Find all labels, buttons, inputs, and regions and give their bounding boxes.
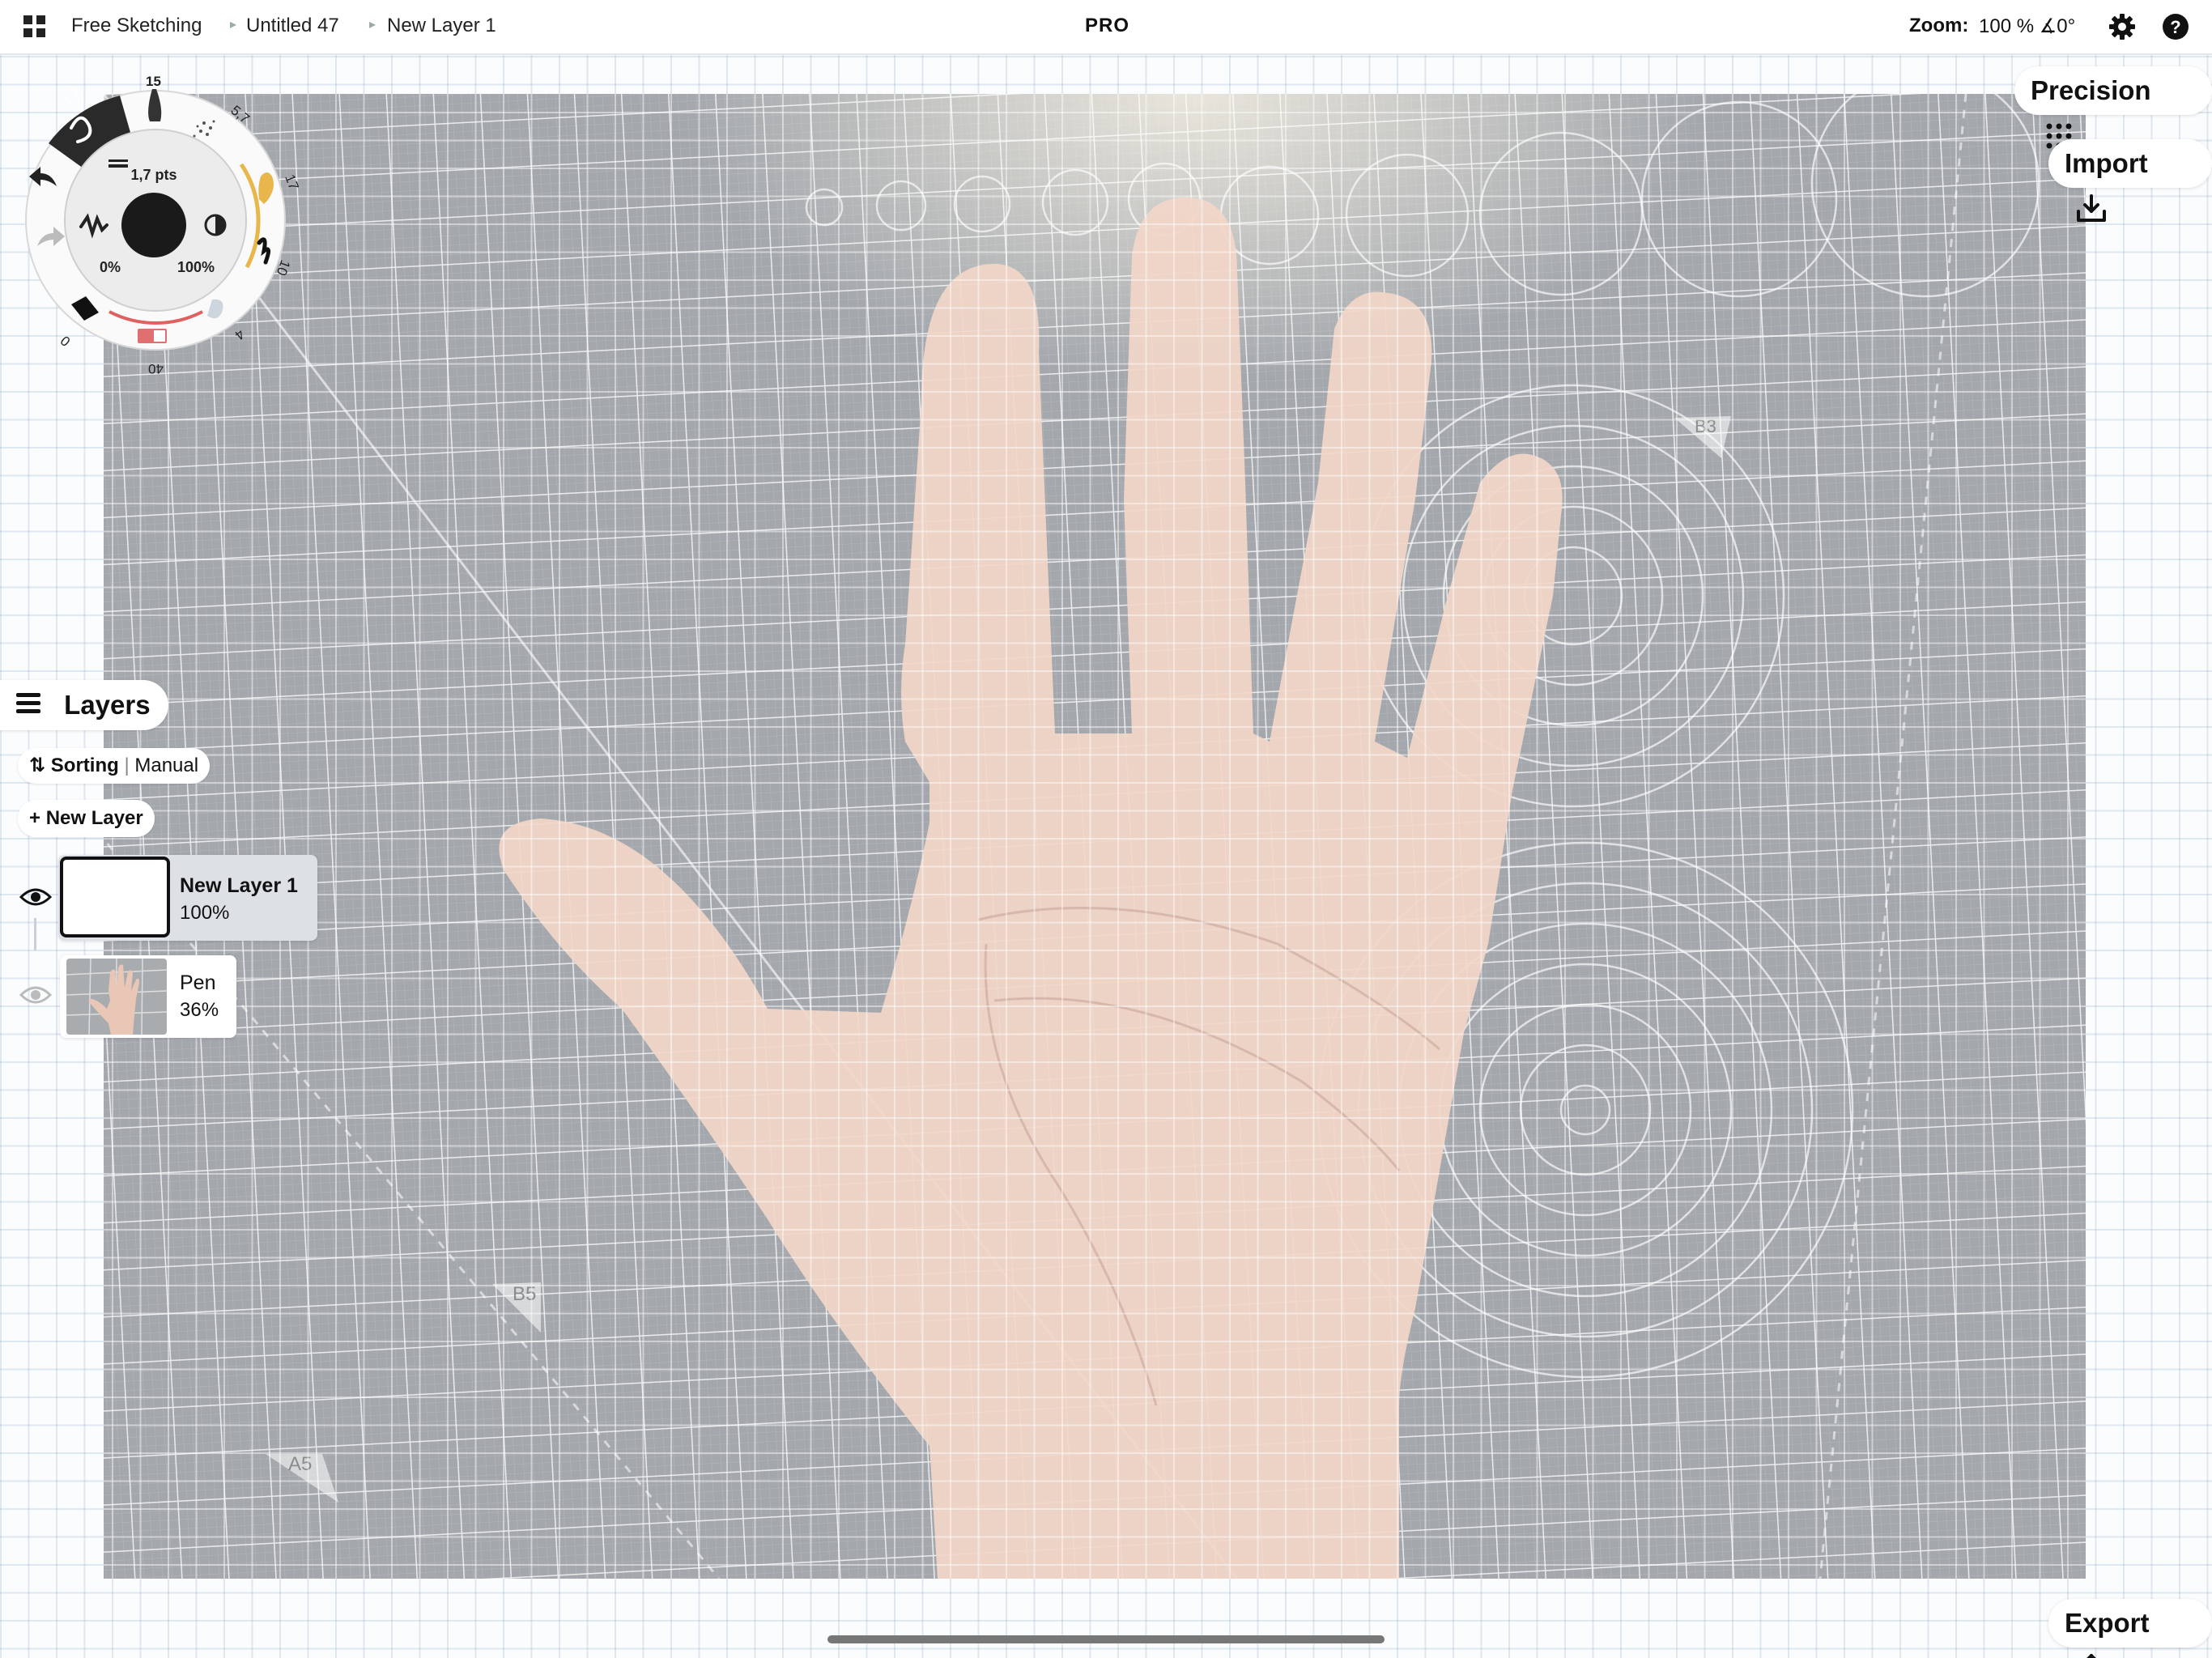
import-download-icon bbox=[2076, 189, 2107, 238]
plus-icon: + bbox=[29, 807, 46, 829]
breadcrumb-layer[interactable]: New Layer 1 bbox=[387, 15, 496, 37]
export-upload-icon bbox=[2076, 1649, 2107, 1658]
sort-arrows-icon: ⇅ bbox=[29, 755, 46, 776]
layers-panel-header[interactable]: Layers bbox=[0, 680, 168, 730]
export-button[interactable]: Export bbox=[2048, 1599, 2212, 1658]
current-color-swatch bbox=[121, 193, 186, 257]
layer-name: Pen bbox=[180, 971, 216, 994]
precision-button[interactable]: Precision bbox=[2014, 66, 2212, 149]
breadcrumb-separator-icon: ▸ bbox=[369, 18, 376, 32]
drawing-canvas[interactable]: B3 B5 A5 bbox=[104, 94, 2086, 1579]
layers-title: Layers bbox=[64, 690, 151, 720]
settings-gear-icon[interactable] bbox=[2108, 13, 2136, 40]
sorting-value: Manual bbox=[134, 755, 199, 776]
layer-sorting-toggle[interactable]: ⇅ Sorting | Manual bbox=[18, 748, 211, 784]
layers-stack-icon bbox=[15, 682, 42, 732]
pro-badge[interactable]: PRO bbox=[1085, 15, 1129, 37]
help-icon[interactable]: ? bbox=[2162, 13, 2189, 40]
export-label: Export bbox=[2065, 1608, 2150, 1638]
new-layer-label: New Layer bbox=[45, 807, 143, 829]
tool-size-pencil: 1,7 bbox=[59, 86, 83, 109]
svg-text:?: ? bbox=[2170, 17, 2180, 37]
home-indicator[interactable] bbox=[827, 1635, 1385, 1643]
tool-size-eraser: 0 bbox=[57, 333, 73, 350]
layer-opacity: 100% bbox=[180, 902, 230, 924]
breadcrumb-drawing[interactable]: Untitled 47 bbox=[246, 15, 339, 37]
tool-size-blur: 4 bbox=[232, 326, 247, 343]
tool-wheel[interactable]: 1,7 pts 0% 100% 1,7 15 5,7 17 10 4 40 0 bbox=[24, 65, 309, 376]
zoom-label: Zoom: bbox=[1909, 15, 1969, 36]
opacity-max-label: 100% bbox=[177, 259, 215, 275]
tool-size-marker: 40 bbox=[148, 361, 164, 376]
new-layer-button[interactable]: + New Layer bbox=[18, 800, 155, 837]
zoom-value[interactable]: 100 % ∡0° bbox=[1979, 15, 2075, 38]
layer-hidden-eye-icon[interactable] bbox=[19, 984, 53, 1006]
opacity-min-label: 0% bbox=[100, 259, 121, 275]
precision-label: Precision bbox=[2031, 75, 2151, 105]
breadcrumb-separator-icon: ▸ bbox=[230, 18, 237, 32]
layer-group-connector bbox=[34, 918, 36, 950]
tool-size-watercolor: 17 bbox=[282, 172, 301, 192]
layer-name: New Layer 1 bbox=[180, 874, 298, 897]
layer-thumbnail-photo[interactable] bbox=[66, 959, 167, 1035]
layer-visibility-eye-icon[interactable] bbox=[19, 886, 53, 908]
layer-thumbnail[interactable] bbox=[60, 857, 170, 937]
tool-size-brush: 15 bbox=[146, 74, 161, 89]
layer-opacity: 36% bbox=[180, 999, 219, 1021]
gallery-grid-icon[interactable] bbox=[23, 15, 47, 39]
breadcrumb-gallery[interactable]: Free Sketching bbox=[71, 15, 202, 37]
paper-grid-overlay bbox=[104, 94, 2086, 1579]
import-button[interactable]: Import bbox=[2048, 139, 2212, 223]
import-label: Import bbox=[2065, 148, 2148, 178]
brush-size-label: 1,7 pts bbox=[130, 167, 177, 183]
sorting-label: Sorting bbox=[50, 755, 119, 776]
